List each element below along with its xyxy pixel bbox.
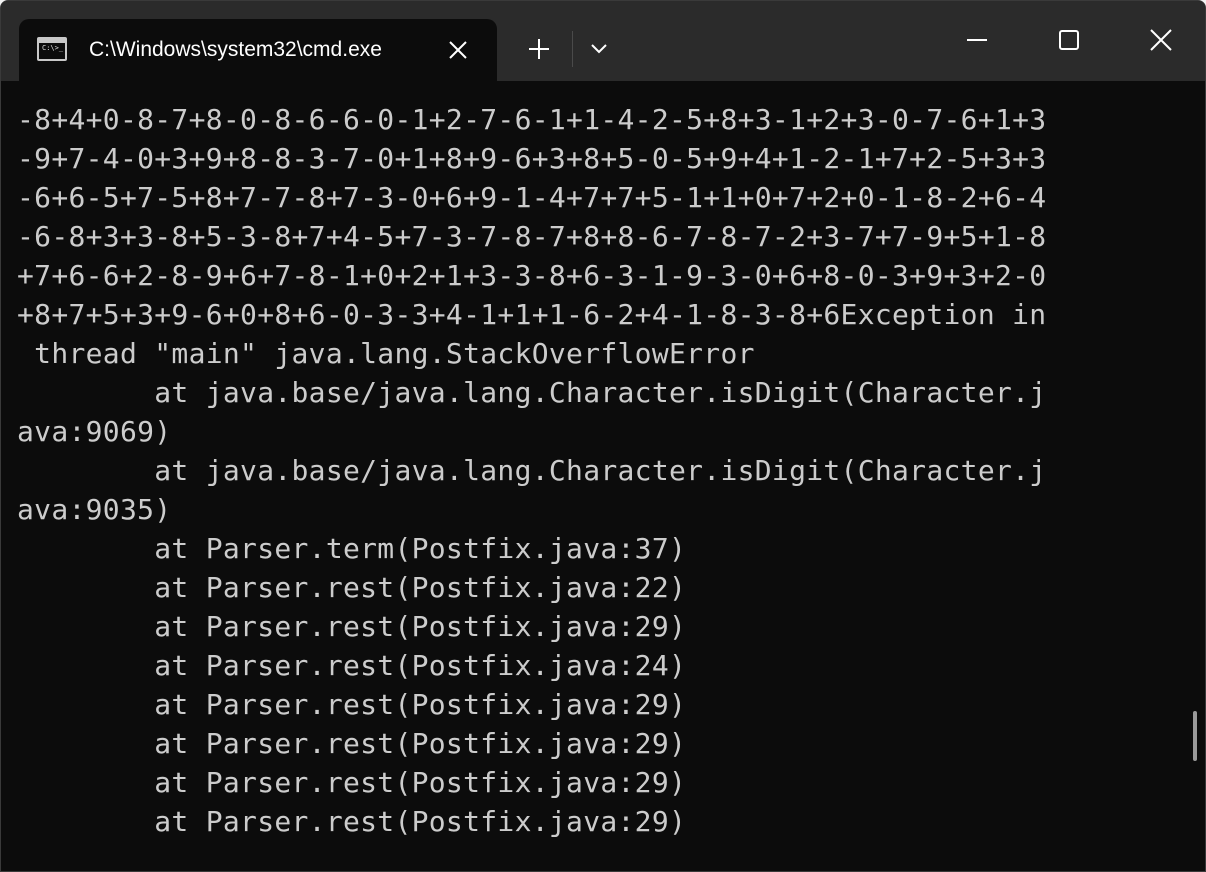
tab-separator bbox=[572, 31, 573, 67]
tab-title: C:\Windows\system32\cmd.exe bbox=[89, 38, 382, 61]
terminal-line: at Parser.rest(Postfix.java:29) bbox=[17, 727, 687, 760]
terminal-output[interactable]: -8+4+0-8-7+8-0-8-6-6-0-1+2-7-6-1+1-4-2-5… bbox=[1, 81, 1189, 871]
terminal-line: at Parser.rest(Postfix.java:29) bbox=[17, 766, 687, 799]
terminal-line: at Parser.rest(Postfix.java:24) bbox=[17, 649, 687, 682]
new-tab-button[interactable] bbox=[521, 31, 557, 67]
terminal-line: thread "main" java.lang.StackOverflowErr… bbox=[17, 337, 755, 370]
title-bar[interactable]: C:\>_ C:\Windows\system32\cmd.exe bbox=[1, 1, 1205, 81]
terminal-line: -8+4+0-8-7+8-0-8-6-6-0-1+2-7-6-1+1-4-2-5… bbox=[17, 103, 1047, 136]
tab-cmd[interactable]: C:\>_ C:\Windows\system32\cmd.exe bbox=[19, 19, 497, 81]
terminal-line: -9+7-4-0+3+9+8-8-3-7-0+1+8+9-6+3+8+5-0-5… bbox=[17, 142, 1047, 175]
close-icon bbox=[449, 41, 467, 59]
tab-dropdown-button[interactable] bbox=[583, 31, 615, 67]
plus-icon bbox=[529, 39, 549, 59]
terminal-line: at Parser.rest(Postfix.java:29) bbox=[17, 610, 687, 643]
terminal-line: ava:9069) bbox=[17, 415, 172, 448]
terminal-line: ava:9035) bbox=[17, 493, 172, 526]
terminal-line: at Parser.term(Postfix.java:37) bbox=[17, 532, 687, 565]
terminal-line: -6-8+3+3-8+5-3-8+7+4-5+7-3-7-8-7+8+8-6-7… bbox=[17, 220, 1047, 253]
terminal-line: +8+7+5+3+9-6+0+8+6-0-3-3+4-1+1+1-6-2+4-1… bbox=[17, 298, 1047, 331]
cmd-icon: C:\>_ bbox=[37, 37, 67, 61]
scrollbar-thumb[interactable] bbox=[1193, 711, 1197, 761]
terminal-line: +7+6-6+2-8-9+6+7-8-1+0+2+1+3-3-8+6-3-1-9… bbox=[17, 259, 1047, 292]
terminal-line: at Parser.rest(Postfix.java:29) bbox=[17, 805, 687, 838]
close-window-button[interactable] bbox=[1131, 15, 1191, 65]
minimize-button[interactable] bbox=[947, 15, 1007, 65]
chevron-down-icon bbox=[591, 44, 607, 54]
cmd-icon-prompt: C:\>_ bbox=[42, 44, 64, 52]
vertical-scrollbar[interactable] bbox=[1189, 81, 1205, 871]
terminal-window: C:\>_ C:\Windows\system32\cmd.exe -8+4+0… bbox=[0, 0, 1206, 872]
terminal-line: -6+6-5+7-5+8+7-7-8+7-3-0+6+9-1-4+7+7+5-1… bbox=[17, 181, 1047, 214]
close-tab-button[interactable] bbox=[443, 35, 473, 65]
close-icon bbox=[1150, 29, 1172, 51]
terminal-line: at Parser.rest(Postfix.java:29) bbox=[17, 688, 687, 721]
terminal-line: at Parser.rest(Postfix.java:22) bbox=[17, 571, 687, 604]
maximize-button[interactable] bbox=[1039, 15, 1099, 65]
terminal-line: at java.base/java.lang.Character.isDigit… bbox=[17, 454, 1047, 487]
minimize-icon bbox=[967, 39, 987, 41]
terminal-line: at java.base/java.lang.Character.isDigit… bbox=[17, 376, 1047, 409]
maximize-icon bbox=[1059, 30, 1079, 50]
